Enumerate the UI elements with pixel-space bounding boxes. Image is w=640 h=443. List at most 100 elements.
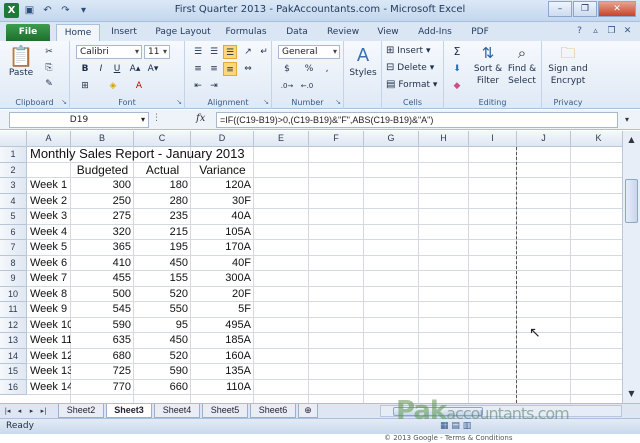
currency-button[interactable]: $: [280, 62, 294, 76]
column-header-d[interactable]: D: [191, 131, 254, 147]
table-cell[interactable]: 660: [134, 380, 191, 396]
sheet-tab-sheet4[interactable]: Sheet4: [154, 404, 200, 418]
name-box[interactable]: D19: [9, 112, 149, 128]
tab-add-ins[interactable]: Add-Ins: [412, 24, 458, 41]
table-cell[interactable]: 590: [134, 364, 191, 380]
top-align-icon[interactable]: ☰: [191, 45, 205, 59]
table-cell[interactable]: 545: [71, 302, 134, 318]
insert-cells-button[interactable]: ⊞ Insert ▾: [386, 45, 430, 57]
sheet-tab-sheet3[interactable]: Sheet3: [106, 404, 152, 418]
table-cell[interactable]: 20F: [191, 287, 254, 303]
table-cell[interactable]: 495A: [191, 318, 254, 334]
table-cell[interactable]: Week 14: [27, 380, 71, 396]
decrease-decimal-icon[interactable]: ←.0: [300, 79, 314, 93]
table-cell[interactable]: 250: [71, 194, 134, 210]
table-cell[interactable]: 365: [71, 240, 134, 256]
minimize-button[interactable]: –: [548, 1, 572, 17]
table-cell[interactable]: 770: [71, 380, 134, 396]
table-cell[interactable]: 105A: [191, 225, 254, 241]
close-button[interactable]: ✕: [598, 1, 636, 17]
column-header-f[interactable]: F: [309, 131, 364, 147]
table-cell[interactable]: 550: [134, 302, 191, 318]
autosum-button[interactable]: Σ: [450, 45, 464, 59]
column-header-c[interactable]: C: [134, 131, 191, 147]
increase-indent-icon[interactable]: ⇥: [207, 79, 221, 93]
fill-color-icon[interactable]: ◈: [106, 79, 120, 93]
table-cell[interactable]: 180: [134, 178, 191, 194]
font-size-select[interactable]: 11: [144, 45, 170, 59]
table-cell[interactable]: Week 13: [27, 364, 71, 380]
delete-cells-button[interactable]: ⊟ Delete ▾: [386, 62, 434, 74]
alignment-launcher-icon[interactable]: ↘: [263, 98, 269, 106]
table-cell[interactable]: 680: [71, 349, 134, 365]
table-cell[interactable]: 40A: [191, 209, 254, 225]
table-cell[interactable]: 215: [134, 225, 191, 241]
sheet-tab-sheet6[interactable]: Sheet6: [250, 404, 296, 418]
align-right-icon[interactable]: ≡: [223, 62, 237, 76]
bold-button[interactable]: B: [78, 62, 92, 76]
ribbon-minimize-icon[interactable]: ▵: [589, 25, 602, 38]
column-header-i[interactable]: I: [469, 131, 517, 147]
table-cell[interactable]: 30F: [191, 194, 254, 210]
table-cell[interactable]: Week 9: [27, 302, 71, 318]
table-cell[interactable]: Week 2: [27, 194, 71, 210]
column-header-g[interactable]: G: [364, 131, 419, 147]
spreadsheet-grid[interactable]: A B C D E F G H I J K 1 2 3 4 5 6 7 8 9 10 11 12 13 14 15 16 Monthl…: [0, 131, 622, 403]
vertical-scroll-thumb[interactable]: [625, 179, 638, 223]
tab-review[interactable]: Review: [320, 24, 366, 41]
font-launcher-icon[interactable]: ↘: [176, 98, 182, 106]
table-cell[interactable]: 110A: [191, 380, 254, 396]
find-select-button[interactable]: ⌕ Find & Select: [506, 43, 538, 87]
table-cell[interactable]: 120A: [191, 178, 254, 194]
table-cell[interactable]: 235: [134, 209, 191, 225]
merge-center-icon[interactable]: ⇔: [241, 62, 255, 76]
orientation-icon[interactable]: ↗: [241, 45, 255, 59]
table-cell[interactable]: Week 12: [27, 349, 71, 365]
table-cell[interactable]: 160A: [191, 349, 254, 365]
row-header-3[interactable]: 3: [0, 178, 27, 194]
table-cell[interactable]: 170A: [191, 240, 254, 256]
restore-button[interactable]: ❐: [573, 1, 597, 17]
comma-button[interactable]: ,: [320, 62, 334, 76]
sheet-tab-sheet5[interactable]: Sheet5: [202, 404, 248, 418]
row-header-14[interactable]: 14: [0, 348, 27, 364]
sort-filter-button[interactable]: ⇅ Sort & Filter: [472, 43, 504, 87]
table-cell[interactable]: Week 5: [27, 240, 71, 256]
tab-insert[interactable]: Insert: [102, 24, 146, 41]
workbook-close-icon[interactable]: ✕: [621, 25, 634, 38]
format-painter-icon[interactable]: ✎: [42, 77, 56, 91]
styles-button[interactable]: A Styles: [348, 45, 378, 79]
insert-sheet-icon[interactable]: ⊕: [298, 404, 318, 418]
italic-button[interactable]: I: [94, 62, 108, 76]
table-cell[interactable]: Week 3: [27, 209, 71, 225]
table-cell[interactable]: 520: [134, 287, 191, 303]
table-cell[interactable]: 5F: [191, 302, 254, 318]
wrap-text-icon[interactable]: ↵: [257, 45, 271, 59]
table-cell[interactable]: 275: [71, 209, 134, 225]
number-launcher-icon[interactable]: ↘: [335, 98, 341, 106]
row-header-10[interactable]: 10: [0, 286, 27, 302]
font-color-icon[interactable]: A: [132, 79, 146, 93]
table-cell[interactable]: Week 8: [27, 287, 71, 303]
table-cell[interactable]: Week 7: [27, 271, 71, 287]
tab-page-layout[interactable]: Page Layout: [150, 24, 216, 41]
sign-encrypt-button[interactable]: 🗀 Sign and Encrypt: [546, 43, 590, 87]
grow-font-icon[interactable]: A▴: [128, 62, 142, 76]
table-cell[interactable]: 410: [71, 256, 134, 272]
align-center-icon[interactable]: ≡: [207, 62, 221, 76]
tab-pdf[interactable]: PDF: [464, 24, 496, 41]
table-cell[interactable]: Week 1: [27, 178, 71, 194]
row-header-11[interactable]: 11: [0, 302, 27, 318]
table-cell[interactable]: 40F: [191, 256, 254, 272]
tab-file[interactable]: File: [6, 24, 50, 41]
table-cell[interactable]: 155: [134, 271, 191, 287]
tab-formulas[interactable]: Formulas: [220, 24, 272, 41]
table-cell[interactable]: Week 10: [27, 318, 71, 334]
column-label-budgeted[interactable]: Budgeted: [71, 163, 134, 179]
table-cell[interactable]: Week 6: [27, 256, 71, 272]
font-name-select[interactable]: Calibri: [76, 45, 142, 59]
tab-home[interactable]: Home: [56, 24, 100, 41]
underline-button[interactable]: U: [110, 62, 124, 76]
format-cells-button[interactable]: ▤ Format ▾: [386, 79, 437, 91]
paste-button[interactable]: 📋 Paste: [8, 45, 34, 79]
